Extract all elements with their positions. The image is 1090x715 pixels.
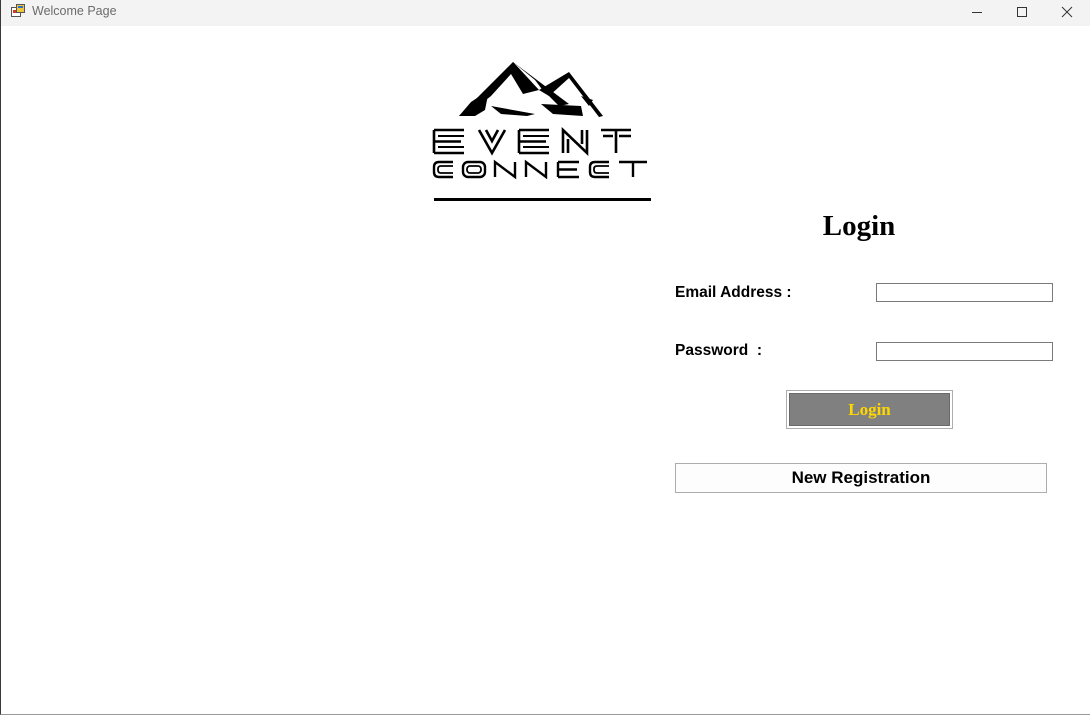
login-button-frame: Login	[786, 390, 953, 429]
app-icon	[11, 4, 25, 17]
minimize-button[interactable]	[955, 0, 999, 24]
email-field[interactable]	[876, 283, 1053, 302]
welcome-window: Welcome Page Login Email Address: Passw…	[0, 0, 1090, 715]
email-label: Email Address :	[675, 284, 792, 301]
window-title: Welcome Page	[32, 4, 117, 18]
password-field[interactable]	[876, 342, 1053, 361]
login-heading: Login	[822, 210, 896, 242]
close-icon	[1061, 6, 1073, 18]
login-button[interactable]: Login	[789, 393, 950, 426]
password-label: Password :	[675, 342, 762, 359]
maximize-button[interactable]	[1000, 0, 1044, 24]
event-connect-logo	[432, 62, 651, 201]
title-bar[interactable]: Welcome Page	[1, 0, 1090, 26]
new-registration-button[interactable]: New Registration	[675, 463, 1047, 493]
maximize-icon	[1017, 7, 1027, 17]
minimize-icon	[972, 12, 982, 13]
mountain-logo-icon	[459, 62, 603, 117]
event-wordmark	[432, 126, 631, 157]
connect-wordmark	[432, 159, 647, 180]
close-button[interactable]	[1045, 0, 1089, 24]
